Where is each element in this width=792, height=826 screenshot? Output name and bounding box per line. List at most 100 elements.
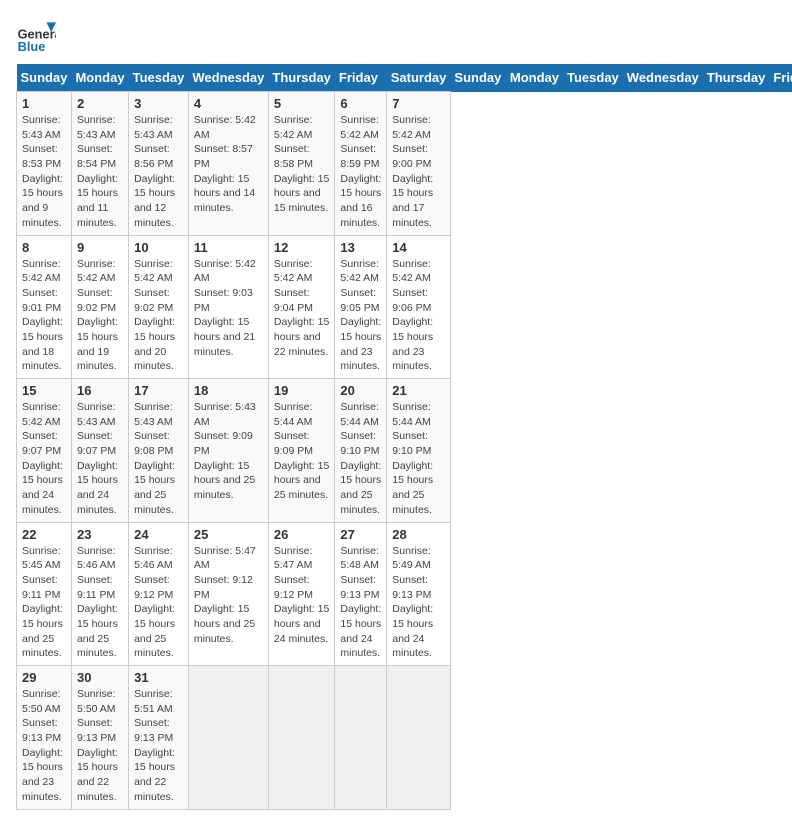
calendar-cell: 6 Sunrise: 5:42 AMSunset: 8:59 PMDayligh… [335, 92, 387, 236]
col-header-friday: Friday [335, 64, 387, 92]
page-header: General Blue [16, 16, 776, 56]
day-number: 3 [134, 96, 183, 111]
day-info: Sunrise: 5:42 AMSunset: 9:03 PMDaylight:… [194, 258, 256, 358]
svg-text:Blue: Blue [18, 39, 46, 54]
day-number: 13 [340, 240, 381, 255]
day-number: 15 [22, 383, 66, 398]
day-number: 26 [274, 527, 330, 542]
day-info: Sunrise: 5:42 AMSunset: 9:02 PMDaylight:… [77, 258, 118, 373]
col-header-sunday: Sunday [17, 64, 72, 92]
calendar-cell [188, 666, 268, 810]
day-number: 8 [22, 240, 66, 255]
col-header-monday: Monday [506, 64, 563, 92]
col-header-saturday: Saturday [387, 64, 451, 92]
day-info: Sunrise: 5:47 AMSunset: 9:12 PMDaylight:… [274, 545, 329, 645]
day-info: Sunrise: 5:42 AMSunset: 9:02 PMDaylight:… [134, 258, 175, 373]
day-number: 11 [194, 240, 263, 255]
day-info: Sunrise: 5:42 AMSunset: 8:59 PMDaylight:… [340, 114, 381, 229]
day-info: Sunrise: 5:44 AMSunset: 9:10 PMDaylight:… [392, 401, 433, 516]
day-info: Sunrise: 5:42 AMSunset: 9:06 PMDaylight:… [392, 258, 433, 373]
calendar-cell: 4 Sunrise: 5:42 AMSunset: 8:57 PMDayligh… [188, 92, 268, 236]
day-number: 18 [194, 383, 263, 398]
calendar-cell: 13 Sunrise: 5:42 AMSunset: 9:05 PMDaylig… [335, 235, 387, 379]
calendar-cell [387, 666, 451, 810]
calendar-cell: 8 Sunrise: 5:42 AMSunset: 9:01 PMDayligh… [17, 235, 72, 379]
day-number: 14 [392, 240, 445, 255]
calendar-week-4: 22 Sunrise: 5:45 AMSunset: 9:11 PMDaylig… [17, 522, 792, 666]
col-header-friday: Friday [769, 64, 792, 92]
day-info: Sunrise: 5:42 AMSunset: 9:05 PMDaylight:… [340, 258, 381, 373]
day-number: 24 [134, 527, 183, 542]
col-header-thursday: Thursday [268, 64, 335, 92]
calendar-cell: 17 Sunrise: 5:43 AMSunset: 9:08 PMDaylig… [129, 379, 189, 523]
calendar-cell: 22 Sunrise: 5:45 AMSunset: 9:11 PMDaylig… [17, 522, 72, 666]
logo-icon: General Blue [16, 16, 56, 56]
calendar-cell: 27 Sunrise: 5:48 AMSunset: 9:13 PMDaylig… [335, 522, 387, 666]
calendar-cell: 18 Sunrise: 5:43 AMSunset: 9:09 PMDaylig… [188, 379, 268, 523]
day-info: Sunrise: 5:44 AMSunset: 9:09 PMDaylight:… [274, 401, 329, 501]
calendar-week-5: 29 Sunrise: 5:50 AMSunset: 9:13 PMDaylig… [17, 666, 792, 810]
calendar-cell: 23 Sunrise: 5:46 AMSunset: 9:11 PMDaylig… [71, 522, 128, 666]
calendar-cell: 30 Sunrise: 5:50 AMSunset: 9:13 PMDaylig… [71, 666, 128, 810]
calendar-cell: 20 Sunrise: 5:44 AMSunset: 9:10 PMDaylig… [335, 379, 387, 523]
day-info: Sunrise: 5:44 AMSunset: 9:10 PMDaylight:… [340, 401, 381, 516]
calendar-cell: 19 Sunrise: 5:44 AMSunset: 9:09 PMDaylig… [268, 379, 335, 523]
calendar-cell: 14 Sunrise: 5:42 AMSunset: 9:06 PMDaylig… [387, 235, 451, 379]
day-info: Sunrise: 5:49 AMSunset: 9:13 PMDaylight:… [392, 545, 433, 660]
calendar-cell: 7 Sunrise: 5:42 AMSunset: 9:00 PMDayligh… [387, 92, 451, 236]
day-number: 31 [134, 670, 183, 685]
calendar-week-1: 1 Sunrise: 5:43 AMSunset: 8:53 PMDayligh… [17, 92, 792, 236]
day-info: Sunrise: 5:42 AMSunset: 8:57 PMDaylight:… [194, 114, 256, 214]
calendar-cell: 9 Sunrise: 5:42 AMSunset: 9:02 PMDayligh… [71, 235, 128, 379]
calendar-cell: 11 Sunrise: 5:42 AMSunset: 9:03 PMDaylig… [188, 235, 268, 379]
day-info: Sunrise: 5:42 AMSunset: 9:04 PMDaylight:… [274, 258, 329, 358]
day-number: 30 [77, 670, 123, 685]
day-number: 9 [77, 240, 123, 255]
calendar-table: SundayMondayTuesdayWednesdayThursdayFrid… [16, 64, 792, 810]
day-info: Sunrise: 5:42 AMSunset: 8:58 PMDaylight:… [274, 114, 329, 214]
col-header-wednesday: Wednesday [623, 64, 703, 92]
day-number: 19 [274, 383, 330, 398]
day-number: 23 [77, 527, 123, 542]
calendar-week-3: 15 Sunrise: 5:42 AMSunset: 9:07 PMDaylig… [17, 379, 792, 523]
day-info: Sunrise: 5:50 AMSunset: 9:13 PMDaylight:… [77, 688, 118, 803]
day-info: Sunrise: 5:43 AMSunset: 9:07 PMDaylight:… [77, 401, 118, 516]
day-info: Sunrise: 5:46 AMSunset: 9:12 PMDaylight:… [134, 545, 175, 660]
day-info: Sunrise: 5:51 AMSunset: 9:13 PMDaylight:… [134, 688, 175, 803]
day-number: 17 [134, 383, 183, 398]
calendar-cell: 5 Sunrise: 5:42 AMSunset: 8:58 PMDayligh… [268, 92, 335, 236]
day-info: Sunrise: 5:48 AMSunset: 9:13 PMDaylight:… [340, 545, 381, 660]
day-number: 1 [22, 96, 66, 111]
calendar-cell: 3 Sunrise: 5:43 AMSunset: 8:56 PMDayligh… [129, 92, 189, 236]
day-info: Sunrise: 5:43 AMSunset: 8:56 PMDaylight:… [134, 114, 175, 229]
day-number: 4 [194, 96, 263, 111]
day-number: 10 [134, 240, 183, 255]
calendar-cell: 31 Sunrise: 5:51 AMSunset: 9:13 PMDaylig… [129, 666, 189, 810]
col-header-sunday: Sunday [450, 64, 505, 92]
calendar-cell: 28 Sunrise: 5:49 AMSunset: 9:13 PMDaylig… [387, 522, 451, 666]
day-number: 27 [340, 527, 381, 542]
day-number: 21 [392, 383, 445, 398]
calendar-week-2: 8 Sunrise: 5:42 AMSunset: 9:01 PMDayligh… [17, 235, 792, 379]
day-info: Sunrise: 5:43 AMSunset: 9:09 PMDaylight:… [194, 401, 256, 501]
day-number: 5 [274, 96, 330, 111]
day-info: Sunrise: 5:46 AMSunset: 9:11 PMDaylight:… [77, 545, 118, 660]
day-info: Sunrise: 5:45 AMSunset: 9:11 PMDaylight:… [22, 545, 63, 660]
calendar-cell: 24 Sunrise: 5:46 AMSunset: 9:12 PMDaylig… [129, 522, 189, 666]
day-number: 12 [274, 240, 330, 255]
day-info: Sunrise: 5:50 AMSunset: 9:13 PMDaylight:… [22, 688, 63, 803]
col-header-tuesday: Tuesday [563, 64, 623, 92]
calendar-cell: 2 Sunrise: 5:43 AMSunset: 8:54 PMDayligh… [71, 92, 128, 236]
day-number: 2 [77, 96, 123, 111]
calendar-cell: 10 Sunrise: 5:42 AMSunset: 9:02 PMDaylig… [129, 235, 189, 379]
day-info: Sunrise: 5:43 AMSunset: 9:08 PMDaylight:… [134, 401, 175, 516]
calendar-cell: 15 Sunrise: 5:42 AMSunset: 9:07 PMDaylig… [17, 379, 72, 523]
logo: General Blue [16, 16, 62, 56]
day-number: 22 [22, 527, 66, 542]
calendar-cell: 26 Sunrise: 5:47 AMSunset: 9:12 PMDaylig… [268, 522, 335, 666]
calendar-cell [335, 666, 387, 810]
day-info: Sunrise: 5:42 AMSunset: 9:00 PMDaylight:… [392, 114, 433, 229]
day-info: Sunrise: 5:42 AMSunset: 9:07 PMDaylight:… [22, 401, 63, 516]
day-info: Sunrise: 5:42 AMSunset: 9:01 PMDaylight:… [22, 258, 63, 373]
day-number: 6 [340, 96, 381, 111]
